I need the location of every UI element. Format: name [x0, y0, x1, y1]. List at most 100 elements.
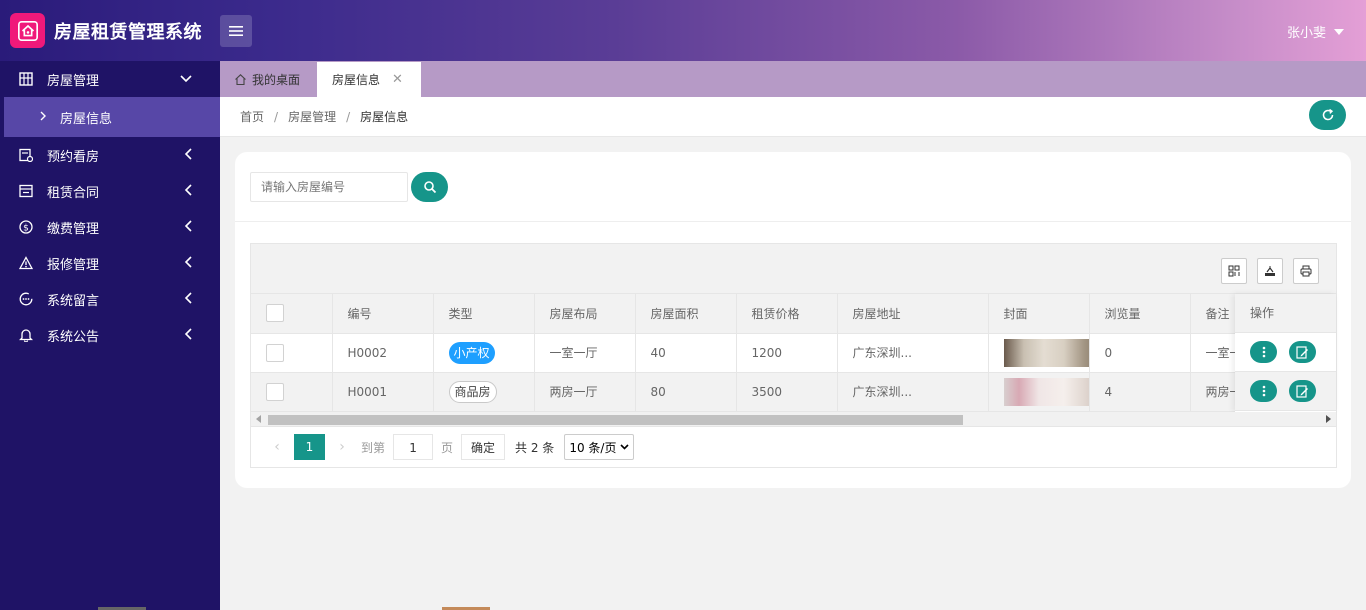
page-size-value: 10 条/页	[569, 440, 617, 455]
column-header[interactable]: 浏览量	[1089, 294, 1191, 334]
hamburger-icon	[229, 26, 243, 36]
current-page[interactable]: 1	[294, 434, 325, 460]
tab-my-desktop[interactable]: 我的桌面	[220, 62, 316, 97]
breadcrumb-home[interactable]: 首页	[240, 108, 264, 125]
price-cell: 1200	[736, 333, 838, 373]
select-all-checkbox[interactable]	[266, 304, 284, 323]
more-vertical-icon	[1262, 346, 1265, 358]
home-icon	[234, 73, 247, 86]
cover-cell	[988, 333, 1090, 373]
search-icon	[423, 181, 436, 194]
sidebar-item-viewing-appointment[interactable]: 预约看房	[0, 137, 220, 173]
column-header[interactable]: 封面	[988, 294, 1090, 334]
sidebar-item-label: 房屋管理	[47, 73, 100, 89]
operations-column: 操作	[1235, 294, 1336, 412]
sidebar-item-label: 租赁合同	[47, 185, 100, 201]
sidebar-item-house-info[interactable]: 房屋信息	[4, 97, 220, 137]
column-header[interactable]: 房屋面积	[635, 294, 737, 334]
user-name: 张小斐	[1286, 26, 1326, 41]
chevron-down-icon	[620, 444, 630, 450]
search-button[interactable]	[411, 172, 448, 202]
sidebar-item-label: 报修管理	[47, 257, 100, 273]
sidebar-item-repair-management[interactable]: 报修管理	[0, 245, 220, 281]
horizontal-scrollbar[interactable]	[251, 412, 1336, 427]
page-label: 页	[441, 440, 454, 455]
cover-cell	[988, 372, 1090, 412]
sidebar-item-system-messages[interactable]: 系统留言	[0, 281, 220, 317]
breadcrumb-current: 房屋信息	[360, 110, 409, 124]
home-logo-icon	[10, 13, 45, 48]
sidebar-item-system-announcements[interactable]: 系统公告	[0, 317, 220, 353]
export-icon	[1265, 266, 1275, 276]
type-cell: 小产权	[433, 333, 535, 373]
chevron-down-icon	[180, 72, 192, 87]
sidebar-item-label: 系统留言	[47, 293, 100, 309]
edit-icon	[1296, 345, 1308, 359]
table-row: H0002 小产权 一室一厅 40 1200 广东深圳... 0 一室一	[251, 333, 1337, 373]
edit-button[interactable]	[1289, 380, 1316, 402]
row-checkbox[interactable]	[266, 382, 284, 401]
select-all-cell	[251, 294, 333, 334]
chevron-left-icon	[184, 256, 192, 272]
bell-icon	[18, 327, 34, 343]
area-cell: 40	[635, 333, 737, 373]
prev-page-button[interactable]: ‹	[266, 439, 288, 455]
column-header[interactable]: 租赁价格	[736, 294, 838, 334]
type-tag: 小产权	[448, 341, 495, 364]
views-cell: 4	[1089, 372, 1191, 412]
column-header[interactable]: 类型	[433, 294, 535, 334]
more-vertical-icon	[1262, 385, 1265, 397]
breadcrumb-parent[interactable]: 房屋管理	[288, 108, 336, 125]
more-button[interactable]	[1250, 341, 1277, 363]
cover-image[interactable]	[1003, 377, 1088, 406]
tab-label: 房屋信息	[332, 73, 381, 87]
layout-cell: 两房一厅	[534, 372, 636, 412]
column-header[interactable]: 房屋布局	[534, 294, 636, 334]
next-page-button[interactable]: ›	[331, 439, 353, 455]
goto-label: 到第	[361, 440, 386, 455]
page-number-input[interactable]: 1	[393, 434, 434, 460]
page-size-select[interactable]: 10 条/页	[564, 434, 635, 460]
area-cell: 80	[635, 372, 737, 412]
grid-icon	[1228, 265, 1240, 277]
confirm-page-button[interactable]: 确定	[461, 434, 506, 460]
more-button[interactable]	[1250, 380, 1277, 402]
column-header[interactable]: 房屋地址	[837, 294, 989, 334]
top-header: 房屋租赁管理系统 张小斐	[0, 0, 1366, 61]
column-header[interactable]: 编号	[332, 294, 434, 334]
breadcrumb-separator: /	[346, 109, 351, 124]
menu-toggle-button[interactable]	[220, 15, 252, 47]
print-button[interactable]	[1293, 258, 1319, 284]
tab-house-info[interactable]: 房屋信息 ✕	[317, 62, 421, 97]
sidebar-item-lease-contract[interactable]: 租赁合同	[0, 173, 220, 209]
scroll-right-icon[interactable]	[1326, 415, 1331, 423]
sidebar-item-payment-management[interactable]: $ 缴费管理	[0, 209, 220, 245]
tab-bar: 我的桌面 房屋信息 ✕	[220, 61, 1366, 97]
row-select-cell	[251, 372, 333, 412]
svg-text:$: $	[23, 224, 29, 234]
tab-label: 我的桌面	[252, 73, 301, 87]
user-menu[interactable]: 张小斐	[1287, 22, 1344, 41]
house-data-table: 编号 类型 房屋布局 房屋面积 租赁价格 房屋地址 封面 浏览量 备注 H000…	[251, 294, 1337, 412]
operations-header: 操作	[1235, 294, 1336, 333]
column-filter-button[interactable]	[1221, 258, 1247, 284]
operations-row	[1235, 333, 1336, 372]
dollar-icon: $	[18, 219, 34, 235]
chevron-left-icon	[184, 220, 192, 236]
row-checkbox[interactable]	[266, 343, 284, 362]
scrollbar-thumb[interactable]	[268, 415, 963, 425]
operations-row	[1235, 372, 1336, 411]
house-number-search-input[interactable]	[250, 172, 408, 202]
warning-icon	[18, 255, 34, 271]
cover-image[interactable]	[1003, 338, 1088, 367]
pagination: ‹ 1 › 到第 1 页 确定 共 2 条 10 条/页	[251, 427, 1336, 467]
house-id-cell: H0001	[332, 372, 434, 412]
refresh-button[interactable]	[1309, 100, 1346, 130]
building-icon	[18, 71, 34, 87]
close-icon[interactable]: ✕	[392, 72, 403, 87]
scroll-left-icon[interactable]	[256, 415, 261, 423]
sidebar-item-house-management[interactable]: 房屋管理	[0, 61, 220, 97]
address-cell: 广东深圳...	[837, 333, 989, 373]
edit-button[interactable]	[1289, 341, 1316, 363]
export-button[interactable]	[1257, 258, 1283, 284]
